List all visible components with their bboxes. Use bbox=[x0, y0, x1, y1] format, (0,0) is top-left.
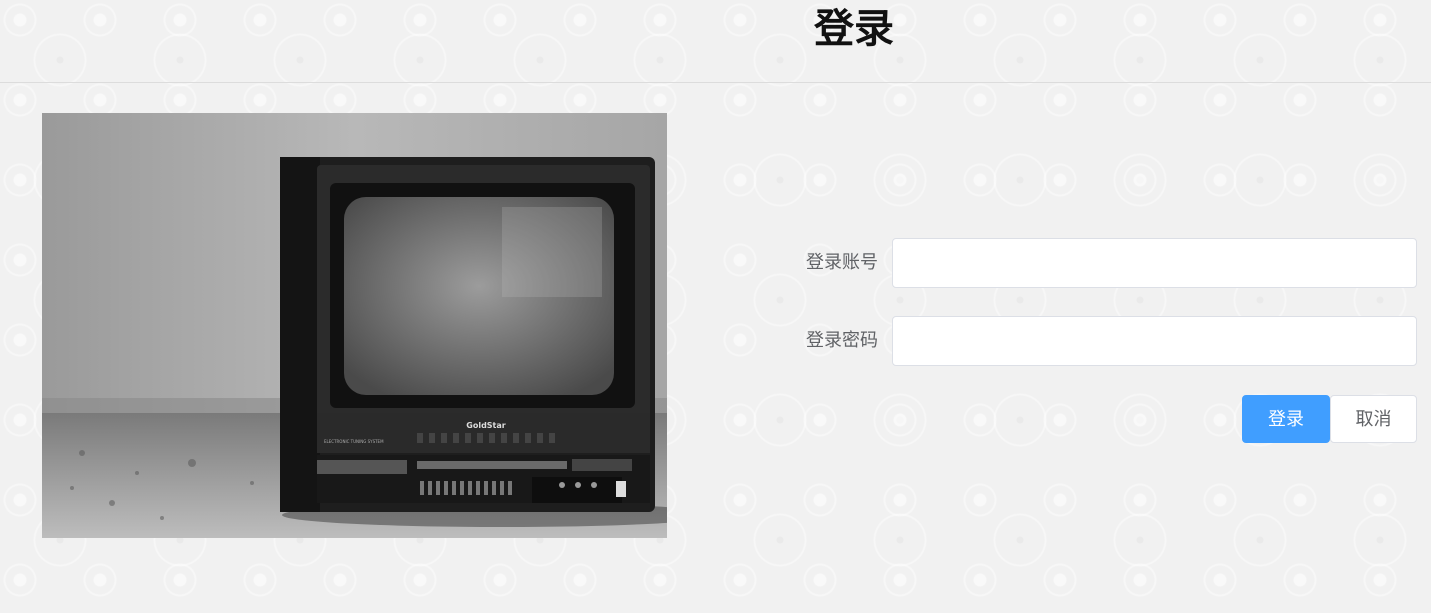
account-input[interactable] bbox=[892, 238, 1417, 288]
page-header: 登录 bbox=[0, 0, 1431, 83]
account-row: 登录账号 bbox=[780, 238, 1417, 288]
cancel-button[interactable]: 取消 bbox=[1330, 395, 1417, 443]
hero-image: GoldStar ELECTRONIC TUNING SYSTEM bbox=[42, 113, 667, 538]
account-label: 登录账号 bbox=[806, 252, 878, 273]
password-input[interactable] bbox=[892, 316, 1417, 366]
login-button[interactable]: 登录 bbox=[1242, 395, 1330, 443]
tv-brand-label: GoldStar bbox=[466, 421, 506, 430]
password-label: 登录密码 bbox=[806, 330, 878, 351]
tv-panel-text: ELECTRONIC TUNING SYSTEM bbox=[324, 439, 384, 444]
tv-photo: GoldStar ELECTRONIC TUNING SYSTEM bbox=[42, 113, 667, 538]
password-row: 登录密码 bbox=[780, 316, 1417, 366]
page-title: 登录 bbox=[814, 6, 894, 52]
button-row: 登录 取消 bbox=[780, 395, 1417, 445]
